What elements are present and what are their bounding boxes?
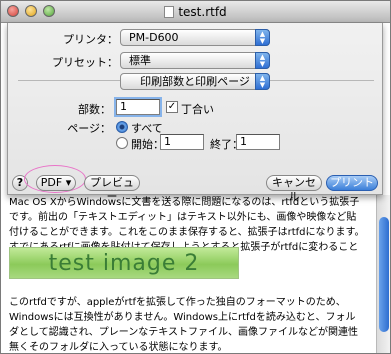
printer-popup[interactable]: PM-D600 ▲ ▼ [120,29,270,46]
popup-arrows-icon: ▲ ▼ [255,73,270,90]
pages-range-radio[interactable] [116,137,128,149]
printer-value: PM-D600 [129,31,179,44]
preset-label: プリセット： [52,56,118,69]
pages-all-radio[interactable] [116,121,128,133]
document-icon [164,6,175,18]
copies-label: 部数： [78,103,111,116]
to-field[interactable]: 1 [236,134,280,150]
copies-field[interactable]: 1 [116,99,160,115]
pane-value: 印刷部数と印刷ページ [140,75,250,88]
print-button[interactable]: プリント [326,175,378,191]
preset-popup[interactable]: 標準 ▲ ▼ [120,52,270,69]
title-bar[interactable]: test.rtfd [1,1,390,23]
preview-button[interactable]: プレビュー [84,175,140,203]
cancel-button[interactable]: キャンセル [266,175,322,203]
preset-value: 標準 [129,54,151,67]
vertical-scrollbar[interactable] [376,195,390,353]
window-title: test.rtfd [178,5,227,19]
pages-label: ページ： [67,122,111,135]
pdf-button[interactable]: PDF ▾ [36,175,76,191]
test-image-banner: test image 2 [9,247,239,279]
paragraph-2: このrtfdですが、appleがrtfを拡張して作った独自のフォーマットのため、… [9,297,358,353]
popup-arrows-icon: ▲ ▼ [255,52,270,69]
document-window: test.rtfd Mac OS XからWindowsに文書を送る際に問題になる… [0,0,391,354]
document-content[interactable]: Mac OS XからWindowsに文書を送る際に問題になるのは、rtfdという… [9,195,365,353]
pages-all-label: すべて [131,122,163,135]
scroll-thumb[interactable] [379,217,389,332]
collate-label: 丁合い [181,103,214,116]
printer-label: プリンタ： [63,33,118,46]
window-title-wrap: test.rtfd [1,5,390,19]
print-sheet: プリンタ： PM-D600 ▲ ▼ プリセット： 標準 ▲ ▼ 印刷部数と印刷ページ… [7,23,383,203]
pane-popup[interactable]: 印刷部数と印刷ページ ▲ ▼ [120,73,270,90]
collate-checkbox[interactable]: ✓ [166,101,178,113]
from-field[interactable]: 1 [160,134,204,150]
popup-arrows-icon: ▲ ▼ [255,29,270,46]
